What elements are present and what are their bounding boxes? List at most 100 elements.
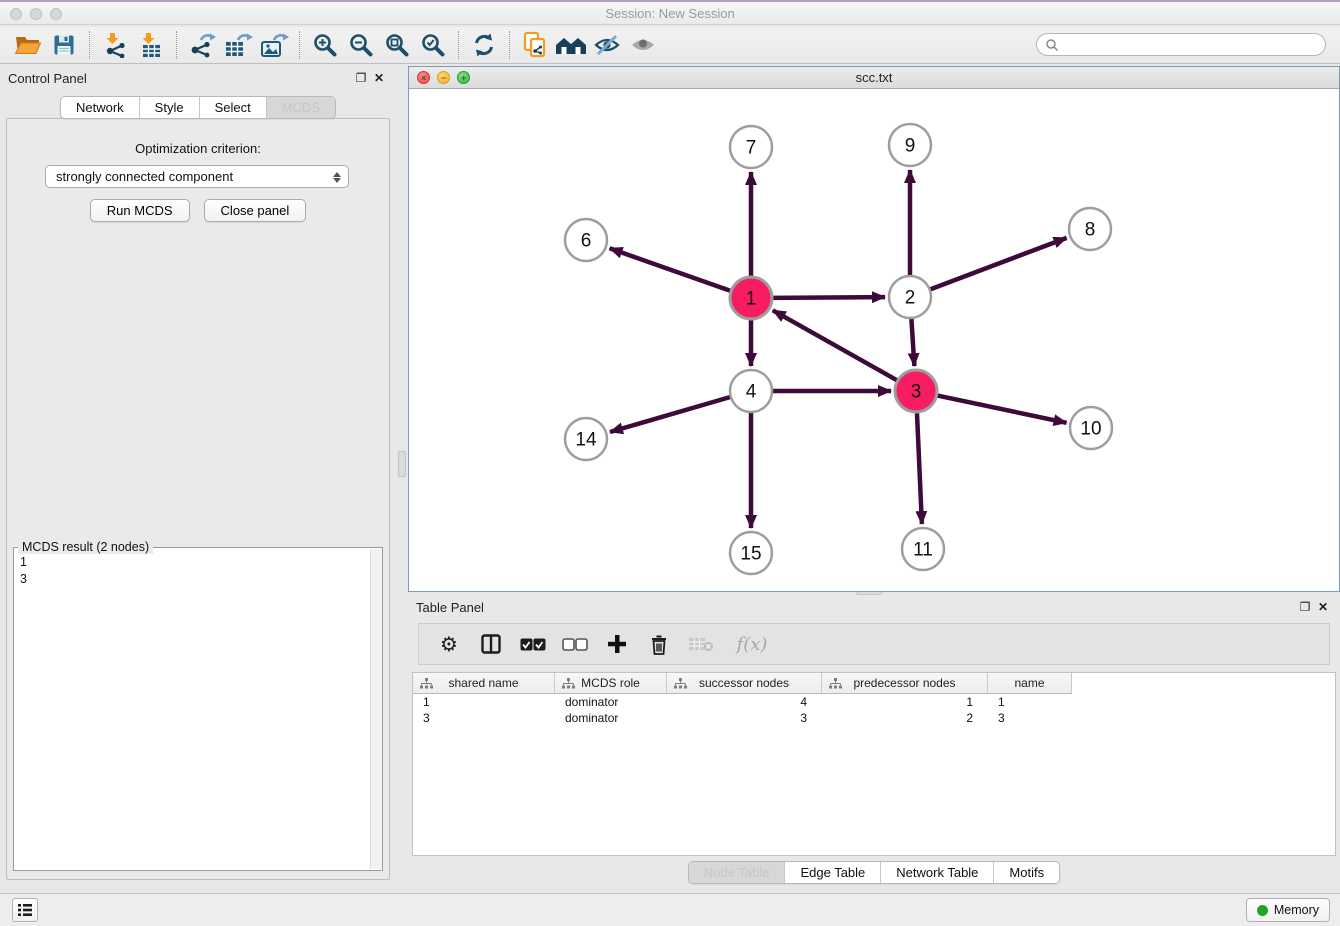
deselect-all-columns-button[interactable] [561,629,589,659]
add-column-button[interactable] [603,629,631,659]
delete-column-button[interactable] [645,629,673,659]
table-row[interactable]: 3dominator323 [413,710,1335,726]
tab-network-table[interactable]: Network Table [880,862,993,883]
import-network-button[interactable] [97,30,133,60]
tab-node-table[interactable]: Node Table [689,862,785,883]
table-cell[interactable]: 1 [822,694,988,710]
toolbar-separator [458,31,459,59]
float-panel-icon[interactable]: ❐ [352,71,370,85]
refresh-icon [471,32,497,58]
import-network-icon [102,32,128,58]
table-cell[interactable]: dominator [555,710,667,726]
column-header-shared-name[interactable]: shared name [413,673,555,694]
table-cell[interactable]: 4 [667,694,822,710]
table-body: 1dominator4113dominator323 [413,694,1335,726]
tab-mcds[interactable]: MCDS [266,97,335,118]
node-label-14: 14 [575,430,597,451]
task-history-button[interactable] [12,898,38,922]
dropdown-value: strongly connected component [56,169,233,184]
delete-table-button[interactable] [687,629,715,659]
zoom-selected-button[interactable] [415,30,451,60]
run-mcds-button[interactable]: Run MCDS [90,199,190,222]
maximize-network-icon[interactable]: + [457,71,470,84]
table-settings-button[interactable]: ⚙ [435,629,463,659]
search-field[interactable] [1036,33,1326,56]
edge-3-11[interactable] [917,413,922,524]
vertical-splitter-handle[interactable] [398,451,406,477]
tab-edge-table[interactable]: Edge Table [784,862,880,883]
column-header-label: successor nodes [699,676,789,690]
tab-style[interactable]: Style [139,97,199,118]
search-input[interactable] [1064,37,1314,53]
hide-selected-button[interactable] [589,30,625,60]
window-traffic-lights[interactable] [10,8,62,20]
result-scrollbar[interactable] [370,549,382,869]
network-window-titlebar[interactable]: × − + scc.txt [409,67,1339,89]
edge-3-1[interactable] [773,310,897,380]
close-network-icon[interactable]: × [417,71,430,84]
close-table-panel-icon[interactable]: ✕ [1314,600,1332,614]
table-header-row: shared name MCDS role successor nodes pr… [413,673,1335,694]
export-network-button[interactable] [184,30,220,60]
show-all-button[interactable] [625,30,661,60]
zoom-in-icon [312,32,338,58]
split-columns-button[interactable] [477,629,505,659]
minimize-network-icon[interactable]: − [437,71,450,84]
close-panel-button[interactable]: Close panel [204,199,307,222]
table-cell[interactable]: 1 [988,694,1072,710]
table-cell[interactable]: dominator [555,694,667,710]
export-table-button[interactable] [220,30,256,60]
refresh-view-button[interactable] [466,30,502,60]
select-all-columns-button[interactable] [519,629,547,659]
first-neighbors-button[interactable] [517,30,553,60]
column-header-predecessor-nodes[interactable]: predecessor nodes [822,673,988,694]
tab-motifs[interactable]: Motifs [993,862,1059,883]
float-table-panel-icon[interactable]: ❐ [1296,600,1314,614]
optimization-criterion-select[interactable]: strongly connected component [45,165,349,188]
table-row[interactable]: 1dominator411 [413,694,1335,710]
mcds-result-lines[interactable]: 1 3 [20,554,27,588]
zoom-window-icon[interactable] [50,8,62,20]
tab-network[interactable]: Network [61,97,139,118]
edge-1-6[interactable] [610,248,731,290]
control-panel-title: Control Panel [8,71,87,86]
open-session-button[interactable] [10,30,46,60]
edge-2-3[interactable] [911,319,914,366]
column-header-name[interactable]: name [988,673,1072,694]
tree-hierarchy-icon [829,678,842,689]
network-canvas[interactable]: 7968124314101511 [409,89,1339,591]
tree-hierarchy-icon [562,678,575,689]
node-label-11: 11 [913,540,933,561]
plus-icon [607,634,627,654]
column-header-successor-nodes[interactable]: successor nodes [667,673,822,694]
zoom-in-button[interactable] [307,30,343,60]
fx-icon: f(x) [737,634,768,655]
close-panel-icon[interactable]: ✕ [370,71,388,85]
zoom-fit-icon [384,32,410,58]
edge-1-2[interactable] [773,297,885,298]
main-toolbar [0,27,1340,64]
search-icon [1045,38,1059,52]
graph-edges [610,170,1067,528]
save-session-button[interactable] [46,30,82,60]
edge-3-10[interactable] [938,396,1067,423]
export-image-button[interactable] [256,30,292,60]
zoom-fit-button[interactable] [379,30,415,60]
table-cell[interactable]: 3 [988,710,1072,726]
close-window-icon[interactable] [10,8,22,20]
table-cell[interactable]: 1 [413,694,555,710]
tab-select[interactable]: Select [199,97,266,118]
edge-2-8[interactable] [931,238,1067,289]
table-cell[interactable]: 3 [413,710,555,726]
node-label-9: 9 [905,136,916,157]
column-header-MCDS-role[interactable]: MCDS role [555,673,667,694]
zoom-out-button[interactable] [343,30,379,60]
import-table-button[interactable] [133,30,169,60]
home-layout-button[interactable] [553,30,589,60]
minimize-window-icon[interactable] [30,8,42,20]
memory-button[interactable]: Memory [1246,898,1330,922]
function-builder-button[interactable]: f(x) [729,629,775,659]
table-cell[interactable]: 2 [822,710,988,726]
table-cell[interactable]: 3 [667,710,822,726]
edge-4-14[interactable] [610,397,730,432]
